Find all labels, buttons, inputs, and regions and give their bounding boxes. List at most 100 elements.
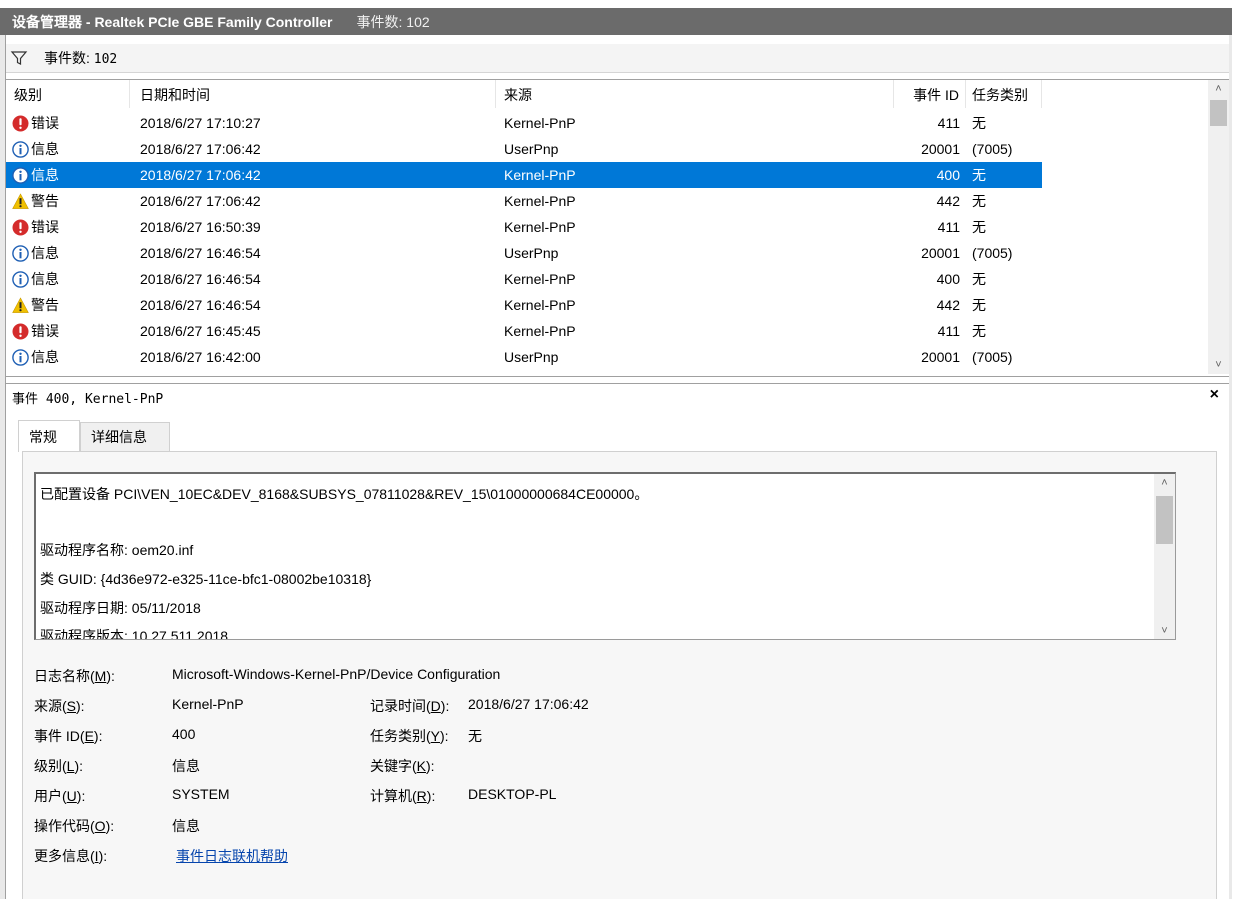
row-datetime: 2018/6/27 16:46:54 [140, 245, 261, 261]
info-icon [12, 245, 29, 262]
row-level: 信息 [31, 245, 59, 261]
warning-icon [12, 193, 29, 210]
description-line: 驱动程序日期: 05/11/2018 [40, 600, 201, 616]
row-datetime: 2018/6/27 16:50:39 [140, 219, 261, 235]
filter-icon[interactable] [10, 49, 28, 67]
tab-general[interactable]: 常规 [18, 420, 80, 452]
scroll-down-icon[interactable]: ˅ [1154, 622, 1175, 639]
row-source: Kernel-PnP [504, 115, 576, 131]
row-datetime: 2018/6/27 16:46:54 [140, 271, 261, 287]
row-task: (7005) [972, 245, 1013, 261]
info-icon [12, 167, 29, 184]
col-header-datetime[interactable]: 日期和时间 [130, 80, 496, 108]
row-task: 无 [972, 115, 986, 131]
row-level: 警告 [31, 297, 59, 313]
window-title: 设备管理器 - Realtek PCIe GBE Family Controll… [12, 13, 333, 30]
list-scrollbar[interactable]: ˄ ˅ [1208, 80, 1229, 374]
col-header-source[interactable]: 来源 [496, 80, 894, 108]
row-level: 信息 [31, 349, 59, 365]
opcode-value: 信息 [172, 818, 200, 834]
logged-value: 2018/6/27 17:06:42 [468, 696, 589, 712]
description-scroll-track[interactable]: ˄ ˅ [1154, 474, 1175, 639]
table-row[interactable]: 信息 2018/6/27 17:06:42 UserPnp 20001 (7005) [6, 136, 1042, 162]
description-scrollbar[interactable]: ˄ ˅ [1154, 474, 1175, 639]
scroll-up-icon[interactable]: ˄ [1208, 80, 1229, 98]
scroll-thumb[interactable] [1210, 100, 1227, 126]
level-label: 级别(L): [34, 758, 84, 774]
opcode-label: 操作代码(O): [34, 818, 115, 834]
info-icon [12, 271, 29, 288]
row-source: Kernel-PnP [504, 297, 576, 313]
table-row[interactable]: 错误 2018/6/27 17:10:27 Kernel-PnP 411 无 [6, 110, 1042, 136]
computer-value: DESKTOP-PL [468, 786, 557, 802]
col-header-level[interactable]: 级别 [6, 80, 130, 108]
row-source: UserPnp [504, 245, 559, 261]
row-level: 错误 [31, 323, 59, 339]
table-row[interactable]: 信息 2018/6/27 17:06:42 Kernel-PnP 400 无 [6, 162, 1042, 188]
error-icon [12, 115, 29, 132]
row-source: Kernel-PnP [504, 271, 576, 287]
detail-title: 事件 400, Kernel-PnP [12, 392, 164, 407]
more-info-link[interactable]: 事件日志联机帮助 [176, 846, 288, 866]
col-header-event-id[interactable]: 事件 ID [894, 80, 966, 108]
description-box[interactable]: 已配置设备 PCI\VEN_10EC&DEV_8168&SUBSYS_07811… [34, 472, 1176, 640]
window-event-count: 事件数: 102 [356, 13, 430, 30]
log-name-label: 日志名称(M): [34, 668, 115, 684]
row-source: Kernel-PnP [504, 167, 576, 183]
logged-label: 记录时间(D): [370, 698, 450, 714]
description-line: 已配置设备 PCI\VEN_10EC&DEV_8168&SUBSYS_07811… [40, 486, 649, 502]
row-task: 无 [972, 167, 986, 183]
scroll-down-icon[interactable]: ˅ [1208, 356, 1229, 374]
row-task: 无 [972, 271, 986, 287]
row-event-id: 20001 [921, 141, 960, 157]
table-row[interactable]: 错误 2018/6/27 16:50:39 Kernel-PnP 411 无 [6, 214, 1042, 240]
row-level: 信息 [31, 141, 59, 157]
table-row[interactable]: 错误 2018/6/27 16:45:45 Kernel-PnP 411 无 [6, 318, 1042, 344]
keywords-label: 关键字(K): [370, 758, 435, 774]
description-line: 驱动程序名称: oem20.inf [40, 542, 194, 558]
table-row[interactable]: 警告 2018/6/27 16:46:54 Kernel-PnP 442 无 [6, 292, 1042, 318]
row-level: 错误 [31, 115, 59, 131]
event-list[interactable]: 级别 日期和时间 来源 事件 ID 任务类别 错误 2018/6/27 17:10… [6, 79, 1229, 377]
row-source: UserPnp [504, 349, 559, 365]
list-header: 级别 日期和时间 来源 事件 ID 任务类别 [6, 80, 1206, 108]
row-level: 信息 [31, 167, 59, 183]
event-id-value: 400 [172, 726, 196, 742]
scroll-thumb[interactable] [1156, 496, 1173, 544]
row-source: Kernel-PnP [504, 323, 576, 339]
row-task: (7005) [972, 141, 1013, 157]
info-icon [12, 141, 29, 158]
warning-icon [12, 297, 29, 314]
row-source: Kernel-PnP [504, 219, 576, 235]
filter-bar: 事件数: 102 [6, 44, 1229, 73]
table-row[interactable]: 信息 2018/6/27 16:46:54 Kernel-PnP 400 无 [6, 266, 1042, 292]
table-row[interactable]: 警告 2018/6/27 17:06:42 Kernel-PnP 442 无 [6, 188, 1042, 214]
user-label: 用户(U): [34, 788, 86, 804]
level-value: 信息 [172, 758, 200, 774]
detail-header: 事件 400, Kernel-PnP × [6, 383, 1229, 410]
row-source: UserPnp [504, 141, 559, 157]
row-task: 无 [972, 219, 986, 235]
close-icon[interactable]: × [1210, 386, 1219, 404]
source-value: Kernel-PnP [172, 696, 244, 712]
task-label: 任务类别(Y): [370, 728, 449, 744]
row-source: Kernel-PnP [504, 193, 576, 209]
row-event-id: 20001 [921, 349, 960, 365]
table-row[interactable]: 信息 2018/6/27 16:46:54 UserPnp 20001 (7005) [6, 240, 1042, 266]
row-event-id: 411 [937, 323, 960, 339]
description-line: 类 GUID: {4d36e972-e325-11ce-bfc1-08002be… [40, 571, 372, 587]
window-titlebar: 设备管理器 - Realtek PCIe GBE Family Controll… [0, 8, 1232, 35]
error-icon [12, 219, 29, 236]
row-datetime: 2018/6/27 16:45:45 [140, 323, 261, 339]
tab-details[interactable]: 详细信息 [80, 422, 170, 452]
row-datetime: 2018/6/27 17:06:42 [140, 193, 261, 209]
row-datetime: 2018/6/27 16:42:00 [140, 349, 261, 365]
table-row[interactable]: 信息 2018/6/27 16:42:00 UserPnp 20001 (7005) [6, 344, 1042, 370]
row-task: 无 [972, 297, 986, 313]
filter-label-text: 事件数: [44, 50, 90, 66]
row-event-id: 411 [937, 219, 960, 235]
col-header-task[interactable]: 任务类别 [966, 80, 1042, 108]
row-task: (7005) [972, 349, 1013, 365]
scroll-up-icon[interactable]: ˄ [1154, 474, 1175, 492]
event-id-label: 事件 ID(E): [34, 728, 103, 744]
